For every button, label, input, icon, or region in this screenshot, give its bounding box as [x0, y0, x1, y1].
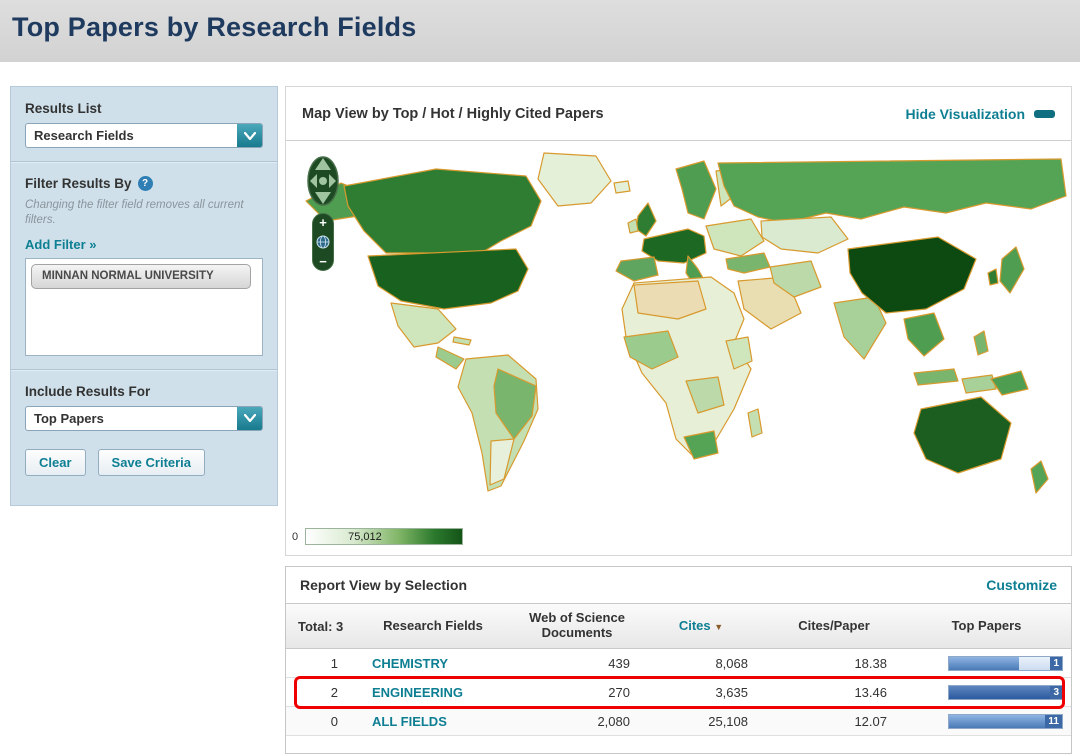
table-row: 1 CHEMISTRY 439 8,068 18.38 1 — [286, 649, 1071, 678]
chevron-down-icon[interactable] — [237, 407, 262, 430]
report-view-section: Report View by Selection Customize Total… — [285, 566, 1072, 754]
zoom-out-icon[interactable]: − — [319, 256, 327, 267]
column-header-cites-sort[interactable]: Cites ▼ — [636, 619, 766, 634]
sidebar-buttons: Clear Save Criteria — [25, 449, 263, 476]
map-view-header: Map View by Top / Hot / Highly Cited Pap… — [286, 87, 1071, 141]
top-papers-value: 11 — [1045, 715, 1062, 728]
sort-desc-icon: ▼ — [714, 622, 723, 632]
row-cites-per-paper: 13.46 — [766, 685, 902, 700]
row-rank: 1 — [286, 656, 348, 671]
page: Top Papers by Research Fields Results Li… — [0, 0, 1080, 754]
map-view-section: Map View by Top / Hot / Highly Cited Pap… — [285, 86, 1072, 556]
legend-min-value: 0 — [292, 531, 298, 543]
row-cites: 8,068 — [636, 656, 766, 671]
map-legend: 0 75,012 — [292, 528, 463, 545]
results-list-select[interactable]: Research Fields — [25, 123, 263, 148]
map-pan-control[interactable] — [300, 155, 346, 207]
legend-gradient: 75,012 — [305, 528, 463, 545]
world-map-visualization[interactable] — [286, 141, 1071, 555]
results-list-label: Results List — [25, 101, 263, 116]
main-panel: Map View by Top / Hot / Highly Cited Pap… — [285, 86, 1072, 754]
top-papers-bar-fill — [949, 657, 1019, 670]
report-view-title: Report View by Selection — [300, 577, 467, 593]
column-header-research-fields: Research Fields — [348, 619, 518, 634]
legend-max-value: 75,012 — [348, 531, 382, 543]
row-cites-per-paper: 18.38 — [766, 656, 902, 671]
map-view-title: Map View by Top / Hot / Highly Cited Pap… — [302, 106, 604, 122]
column-header-top-papers: Top Papers — [902, 619, 1071, 634]
row-cites-per-paper: 12.07 — [766, 714, 902, 729]
sidebar-divider — [11, 161, 277, 163]
sidebar-divider — [11, 369, 277, 371]
table-row: 0 ALL FIELDS 2,080 25,108 12.07 11 — [286, 707, 1071, 736]
top-papers-bar: 3 — [948, 685, 1063, 700]
page-header: Top Papers by Research Fields — [0, 0, 1080, 62]
field-link-engineering[interactable]: ENGINEERING — [372, 685, 463, 700]
page-title: Top Papers by Research Fields — [0, 0, 1080, 43]
filter-tag-minnan-normal-university[interactable]: MINNAN NORMAL UNIVERSITY — [31, 264, 251, 289]
globe-icon[interactable] — [316, 235, 330, 249]
column-header-cites-per-paper: Cites/Paper — [766, 619, 902, 634]
total-count-label: Total: 3 — [286, 619, 348, 634]
hide-visualization-label: Hide Visualization — [905, 106, 1025, 122]
sidebar: Results List Research Fields Filter Resu… — [10, 86, 278, 506]
help-icon[interactable]: ? — [138, 176, 153, 191]
row-rank: 0 — [286, 714, 348, 729]
clear-button[interactable]: Clear — [25, 449, 86, 476]
row-cites: 25,108 — [636, 714, 766, 729]
include-results-select[interactable]: Top Papers — [25, 406, 263, 431]
column-header-wos-documents: Web of Science Documents — [518, 611, 636, 641]
top-papers-bar-fill — [949, 686, 1062, 699]
field-link-chemistry[interactable]: CHEMISTRY — [372, 656, 448, 671]
row-cites: 3,635 — [636, 685, 766, 700]
top-papers-bar: 1 — [948, 656, 1063, 671]
customize-link[interactable]: Customize — [986, 577, 1057, 593]
row-docs: 2,080 — [518, 714, 636, 729]
chevron-down-icon[interactable] — [237, 124, 262, 147]
row-docs: 270 — [518, 685, 636, 700]
row-docs: 439 — [518, 656, 636, 671]
pan-center-icon[interactable] — [319, 177, 327, 185]
map-controls: + − — [300, 155, 346, 271]
filter-by-label-text: Filter Results By — [25, 176, 132, 191]
minus-icon — [1034, 110, 1055, 118]
include-results-label: Include Results For — [25, 384, 263, 399]
row-rank: 2 — [286, 685, 348, 700]
include-results-value: Top Papers — [26, 407, 237, 430]
report-view-header: Report View by Selection Customize — [286, 567, 1071, 603]
hide-visualization-link[interactable]: Hide Visualization — [905, 106, 1055, 122]
filter-by-label: Filter Results By ? — [25, 176, 263, 191]
table-header-row: Total: 3 Research Fields Web of Science … — [286, 603, 1071, 649]
add-filter-link[interactable]: Add Filter » — [25, 237, 97, 252]
zoom-in-icon[interactable]: + — [319, 217, 327, 228]
save-criteria-button[interactable]: Save Criteria — [98, 449, 206, 476]
top-papers-value: 3 — [1050, 686, 1062, 699]
active-filters-box: MINNAN NORMAL UNIVERSITY — [25, 258, 263, 356]
cites-label: Cites — [679, 618, 711, 633]
top-papers-value: 1 — [1050, 657, 1062, 670]
map-zoom-control: + − — [312, 213, 334, 271]
filter-note: Changing the filter field removes all cu… — [25, 198, 263, 228]
map-area: + − 0 75,012 — [286, 141, 1071, 555]
top-papers-bar: 11 — [948, 714, 1063, 729]
table-row: 2 ENGINEERING 270 3,635 13.46 3 — [286, 678, 1071, 707]
results-list-value: Research Fields — [26, 124, 237, 147]
field-link-all-fields[interactable]: ALL FIELDS — [372, 714, 447, 729]
